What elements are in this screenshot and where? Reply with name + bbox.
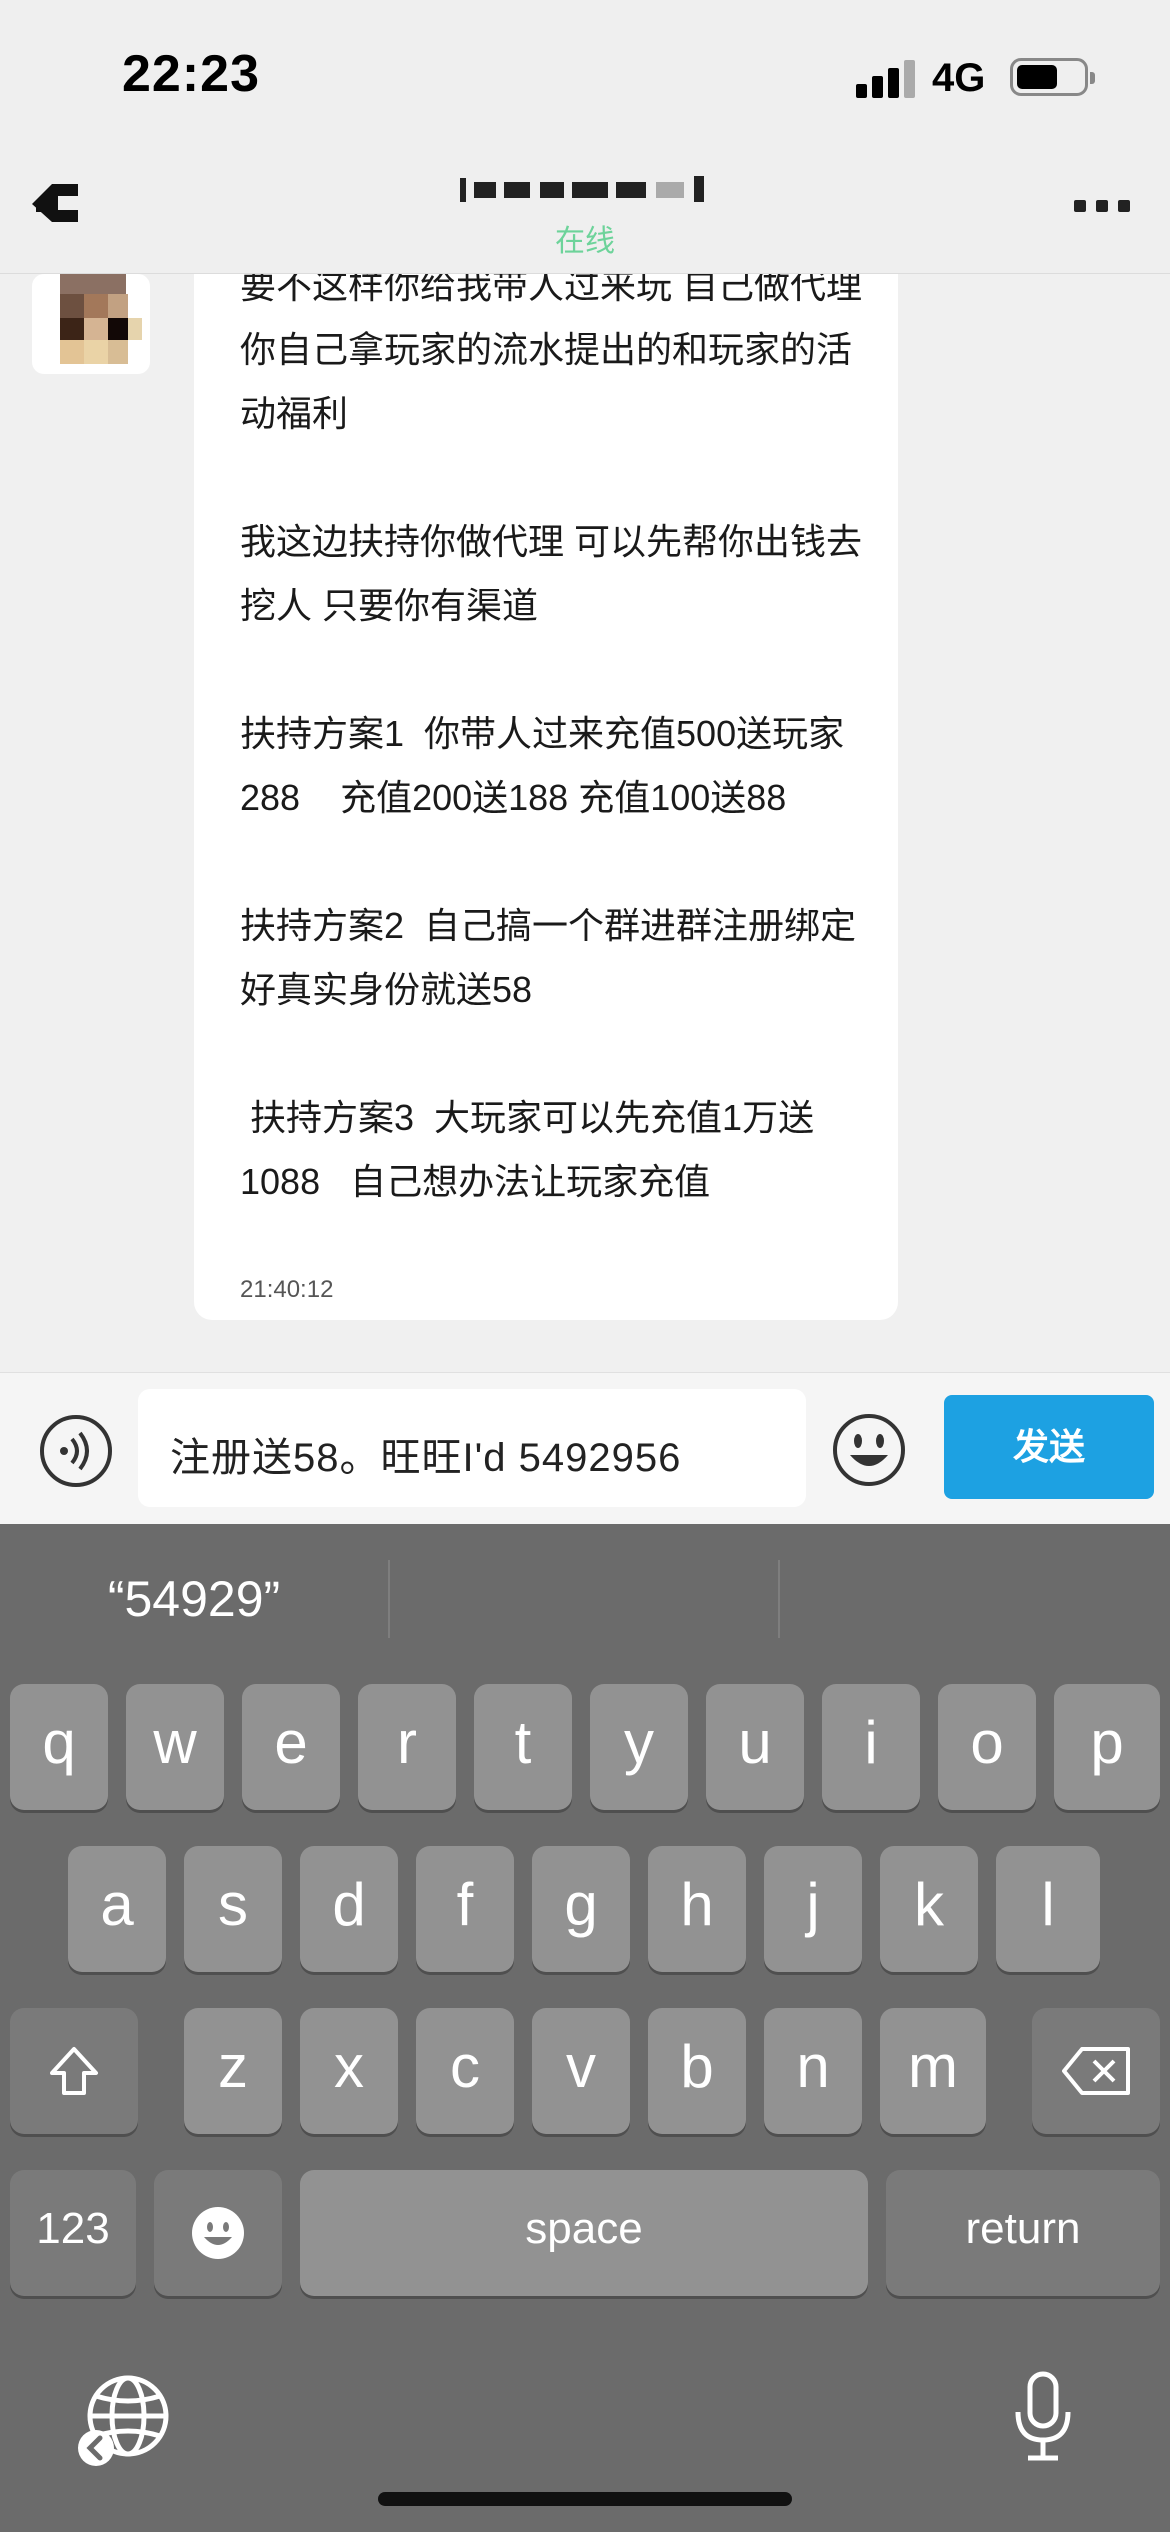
message-input-value: 注册送58。旺旺I'd 5492956 — [170, 1436, 682, 1480]
home-indicator[interactable] — [378, 2492, 792, 2506]
key-w[interactable]: w — [126, 1684, 224, 1810]
key-d[interactable]: d — [300, 1846, 398, 1972]
more-icon[interactable] — [1074, 200, 1134, 214]
globe-icon[interactable] — [74, 2370, 174, 2470]
key-n[interactable]: n — [764, 2008, 862, 2134]
message-paragraph: 扶持方案2 自己搞一个群进群注册绑定 好真实身份就送58 — [240, 905, 857, 1010]
key-y[interactable]: y — [590, 1684, 688, 1810]
status-time: 22:23 — [122, 45, 260, 103]
numbers-key[interactable]: 123 — [10, 2170, 136, 2296]
key-u[interactable]: u — [706, 1684, 804, 1810]
delete-key[interactable] — [1032, 2008, 1160, 2134]
key-s[interactable]: s — [184, 1846, 282, 1972]
shift-key[interactable] — [10, 2008, 138, 2134]
suggestion-bar: “54929” — [0, 1524, 1170, 1674]
key-b[interactable]: b — [648, 2008, 746, 2134]
suggestion-item[interactable] — [390, 1564, 778, 1634]
voice-button[interactable] — [40, 1415, 112, 1487]
key-r[interactable]: r — [358, 1684, 456, 1810]
key-m[interactable]: m — [880, 2008, 986, 2134]
shift-icon — [50, 2047, 98, 2096]
keyboard: “54929” q w e r t y u i o p a s d f g h … — [0, 1524, 1170, 2532]
signal-icon — [856, 58, 916, 98]
message-input[interactable]: 注册送58。旺旺I'd 5492956 — [138, 1389, 806, 1507]
key-a[interactable]: a — [68, 1846, 166, 1972]
key-g[interactable]: g — [532, 1846, 630, 1972]
composer-bar: 注册送58。旺旺I'd 5492956 发送 — [0, 1372, 1170, 1524]
emoji-icon — [192, 2207, 244, 2260]
key-o[interactable]: o — [938, 1684, 1036, 1810]
key-p[interactable]: p — [1054, 1684, 1160, 1810]
message-paragraph: 要不这样你给我带人过来玩 自己做代理 你自己拿玩家的流水提出的和玩家的活 动福利 — [240, 274, 863, 434]
delete-icon — [1062, 2047, 1130, 2096]
key-t[interactable]: t — [474, 1684, 572, 1810]
key-i[interactable]: i — [822, 1684, 920, 1810]
chat-header: 在线 — [0, 150, 1170, 274]
key-k[interactable]: k — [880, 1846, 978, 1972]
message-bubble[interactable]: 要不这样你给我带人过来玩 自己做代理 你自己拿玩家的流水提出的和玩家的活 动福利… — [194, 274, 898, 1320]
key-q[interactable]: q — [10, 1684, 108, 1810]
key-e[interactable]: e — [242, 1684, 340, 1810]
key-v[interactable]: v — [532, 2008, 630, 2134]
suggestion-item[interactable] — [780, 1564, 1170, 1634]
avatar[interactable] — [32, 274, 150, 374]
status-bar: 22:23 4G — [0, 0, 1170, 150]
carrier-label: 4G — [932, 56, 986, 100]
send-button[interactable]: 发送 — [944, 1395, 1154, 1499]
key-h[interactable]: h — [648, 1846, 746, 1972]
key-c[interactable]: c — [416, 2008, 514, 2134]
emoji-icon[interactable] — [832, 1413, 906, 1487]
message-paragraph: 扶持方案1 你带人过来充值500送玩家 288 充值200送188 充值100送… — [240, 713, 845, 818]
message-paragraph: 我这边扶持你做代理 可以先帮你出钱去 挖人 只要你有渠道 — [240, 521, 863, 626]
contact-name-redacted — [460, 172, 710, 206]
key-f[interactable]: f — [416, 1846, 514, 1972]
message-list[interactable]: 要不这样你给我带人过来玩 自己做代理 你自己拿玩家的流水提出的和玩家的活 动福利… — [0, 274, 1170, 1372]
mic-icon[interactable] — [1008, 2368, 1078, 2468]
key-z[interactable]: z — [184, 2008, 282, 2134]
return-key[interactable]: return — [886, 2170, 1160, 2296]
key-x[interactable]: x — [300, 2008, 398, 2134]
voice-icon — [60, 1431, 89, 1471]
presence-status: 在线 — [555, 225, 615, 258]
message-timestamp: 21:40:12 — [240, 1276, 334, 1303]
message-paragraph: 扶持方案3 大玩家可以先充值1万送 1088 自己想办法让玩家充值 — [240, 1097, 815, 1202]
key-l[interactable]: l — [996, 1846, 1100, 1972]
space-key[interactable]: space — [300, 2170, 868, 2296]
key-j[interactable]: j — [764, 1846, 862, 1972]
suggestion-item[interactable]: “54929” — [0, 1564, 388, 1634]
emoji-key[interactable] — [154, 2170, 282, 2296]
battery-icon — [1010, 58, 1095, 96]
